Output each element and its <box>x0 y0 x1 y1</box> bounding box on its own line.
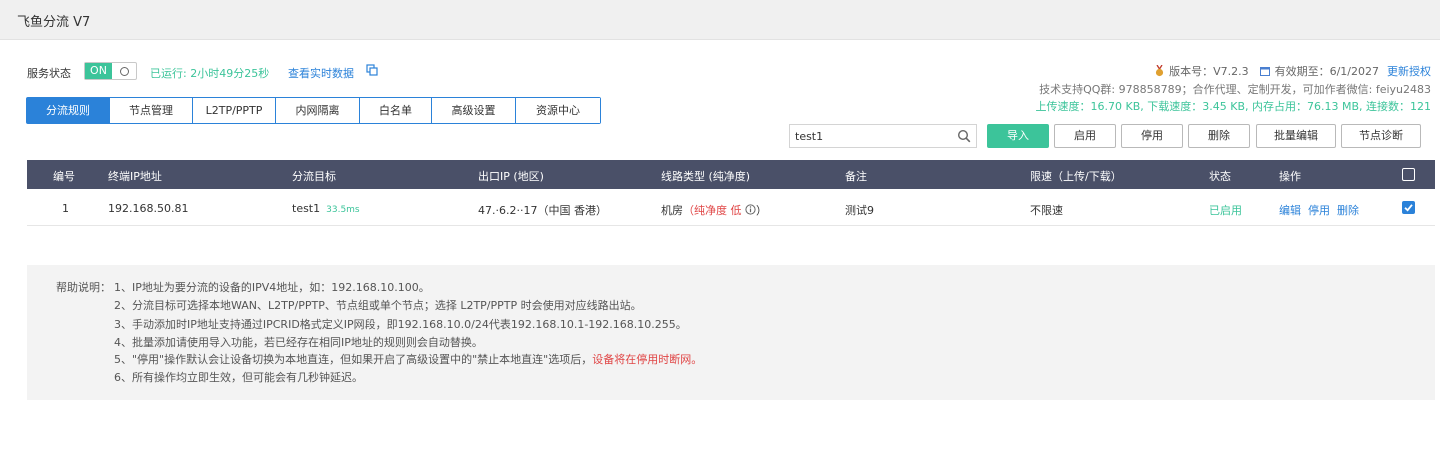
col-id: 编号 <box>53 170 75 183</box>
latency-badge: 33.5ms <box>326 205 360 215</box>
help-title: 帮助说明： <box>56 281 111 294</box>
col-status: 状态 <box>1209 170 1231 183</box>
toggle-on-label: ON <box>85 63 112 79</box>
renew-license-link[interactable]: 更新授权 <box>1387 63 1431 79</box>
line-type-text: 机房 <box>661 204 683 217</box>
target-name: test1 <box>292 202 321 215</box>
search-box <box>789 124 977 148</box>
search-input[interactable] <box>790 125 950 147</box>
tab-lan-isolation[interactable]: 内网隔离 <box>276 98 360 123</box>
enable-button[interactable]: 启用 <box>1054 124 1116 148</box>
col-ops: 操作 <box>1279 170 1301 183</box>
cell-remark: 测试9 <box>845 204 874 217</box>
cell-limit: 不限速 <box>1030 204 1063 217</box>
tab-whitelist[interactable]: 白名单 <box>360 98 432 123</box>
help-line-5: 5、"停用"操作默认会让设备切换为本地直连，但如果开启了高级设置中的"禁止本地直… <box>114 351 702 367</box>
medal-icon <box>1155 65 1164 77</box>
cell-ops: 编辑 停用 删除 <box>1279 202 1366 218</box>
service-toggle[interactable]: ON <box>84 62 137 80</box>
help-line-5-text: 5、"停用"操作默认会让设备切换为本地直连，但如果开启了高级设置中的"禁止本地直… <box>114 353 593 366</box>
col-exit-ip: 出口IP (地区) <box>478 170 544 183</box>
help-line-4: 4、批量添加请使用导入功能，若已经存在相同IP地址的规则则会自动替换。 <box>114 336 483 349</box>
row-checkbox[interactable] <box>1402 201 1415 214</box>
node-diagnose-button[interactable]: 节点诊断 <box>1341 124 1421 148</box>
version-text: 版本号：V7.2.3 <box>1169 65 1249 78</box>
col-limit: 限速（上传/下载） <box>1030 170 1122 183</box>
cell-target: test1 33.5ms <box>292 202 360 215</box>
expiry-text: 有效期至：6/1/2027 <box>1274 65 1379 78</box>
tab-advanced[interactable]: 高级设置 <box>432 98 516 123</box>
app-title: 飞鱼分流 V7 <box>17 15 91 30</box>
app-titlebar: 飞鱼分流 V7 <box>0 0 1440 40</box>
col-line-type: 线路类型 (纯净度) <box>661 170 751 183</box>
cell-ip: 192.168.50.81 <box>108 202 189 215</box>
edit-link[interactable]: 编辑 <box>1279 204 1301 217</box>
help-line-5-warning: 设备将在停用时断网。 <box>592 353 703 366</box>
batch-edit-button[interactable]: 批量编辑 <box>1256 124 1336 148</box>
tab-l2tp-pptp[interactable]: L2TP/PPTP <box>193 98 276 123</box>
disable-button[interactable]: 停用 <box>1121 124 1183 148</box>
cell-line-type: 机房（纯净度 低 ） <box>661 202 767 218</box>
help-line-1: 1、IP地址为要分流的设备的IPV4地址，如：192.168.10.100。 <box>114 281 430 294</box>
tab-nodes[interactable]: 节点管理 <box>110 98 193 123</box>
main-tabs: 分流规则 节点管理 L2TP/PPTP 内网隔离 白名单 高级设置 资源中心 <box>26 97 601 124</box>
tab-resources[interactable]: 资源中心 <box>516 98 600 123</box>
purity-close: ） <box>756 204 767 217</box>
running-time: 已运行: 2小时49分25秒 <box>150 67 270 80</box>
help-panel: 帮助说明： 1、IP地址为要分流的设备的IPV4地址，如：192.168.10.… <box>27 265 1435 400</box>
table-row: 1 192.168.50.81 test1 33.5ms 47.·6.2··17（… <box>27 189 1435 226</box>
external-window-icon[interactable] <box>366 64 378 76</box>
calendar-icon <box>1259 67 1270 76</box>
search-icon[interactable] <box>957 129 971 143</box>
support-info: 技术支持QQ群: 978858789；合作代理、定制开发，可加作者微信: fei… <box>1039 83 1431 96</box>
info-icon[interactable] <box>745 204 756 215</box>
service-status-label: 服务状态 <box>27 67 71 80</box>
traffic-stats: 上传速度：16.70 KB, 下载速度：3.45 KB, 内存占用：76.13 … <box>1035 100 1432 113</box>
table-header: 编号 终端IP地址 分流目标 出口IP (地区) 线路类型 (纯净度) 备注 限… <box>27 160 1435 189</box>
cell-exit-ip: 47.·6.2··17（中国 香港） <box>478 204 607 217</box>
help-line-3: 3、手动添加时IP地址支持通过IPCRID格式定义IP网段，即192.168.1… <box>114 318 687 331</box>
col-target: 分流目标 <box>292 170 336 183</box>
delete-link[interactable]: 删除 <box>1337 204 1359 217</box>
purity-text: （纯净度 低 <box>683 204 742 217</box>
col-ip: 终端IP地址 <box>108 170 162 183</box>
delete-button[interactable]: 删除 <box>1188 124 1250 148</box>
cell-id: 1 <box>62 202 69 215</box>
version-info: 版本号：V7.2.3 有效期至：6/1/2027 更新授权 <box>1154 63 1431 79</box>
toggle-knob <box>112 63 136 79</box>
import-button[interactable]: 导入 <box>987 124 1049 148</box>
realtime-data-link[interactable]: 查看实时数据 <box>288 65 354 81</box>
help-line-6: 6、所有操作均立即生效，但可能会有几秒钟延迟。 <box>114 371 363 384</box>
col-remark: 备注 <box>845 170 867 183</box>
cell-status: 已启用 <box>1209 204 1242 217</box>
disable-link[interactable]: 停用 <box>1308 204 1330 217</box>
help-line-2: 2、分流目标可选择本地WAN、L2TP/PPTP、节点组或单个节点；选择 L2T… <box>114 299 642 312</box>
select-all-checkbox[interactable] <box>1402 168 1415 181</box>
tab-rules[interactable]: 分流规则 <box>27 98 110 123</box>
